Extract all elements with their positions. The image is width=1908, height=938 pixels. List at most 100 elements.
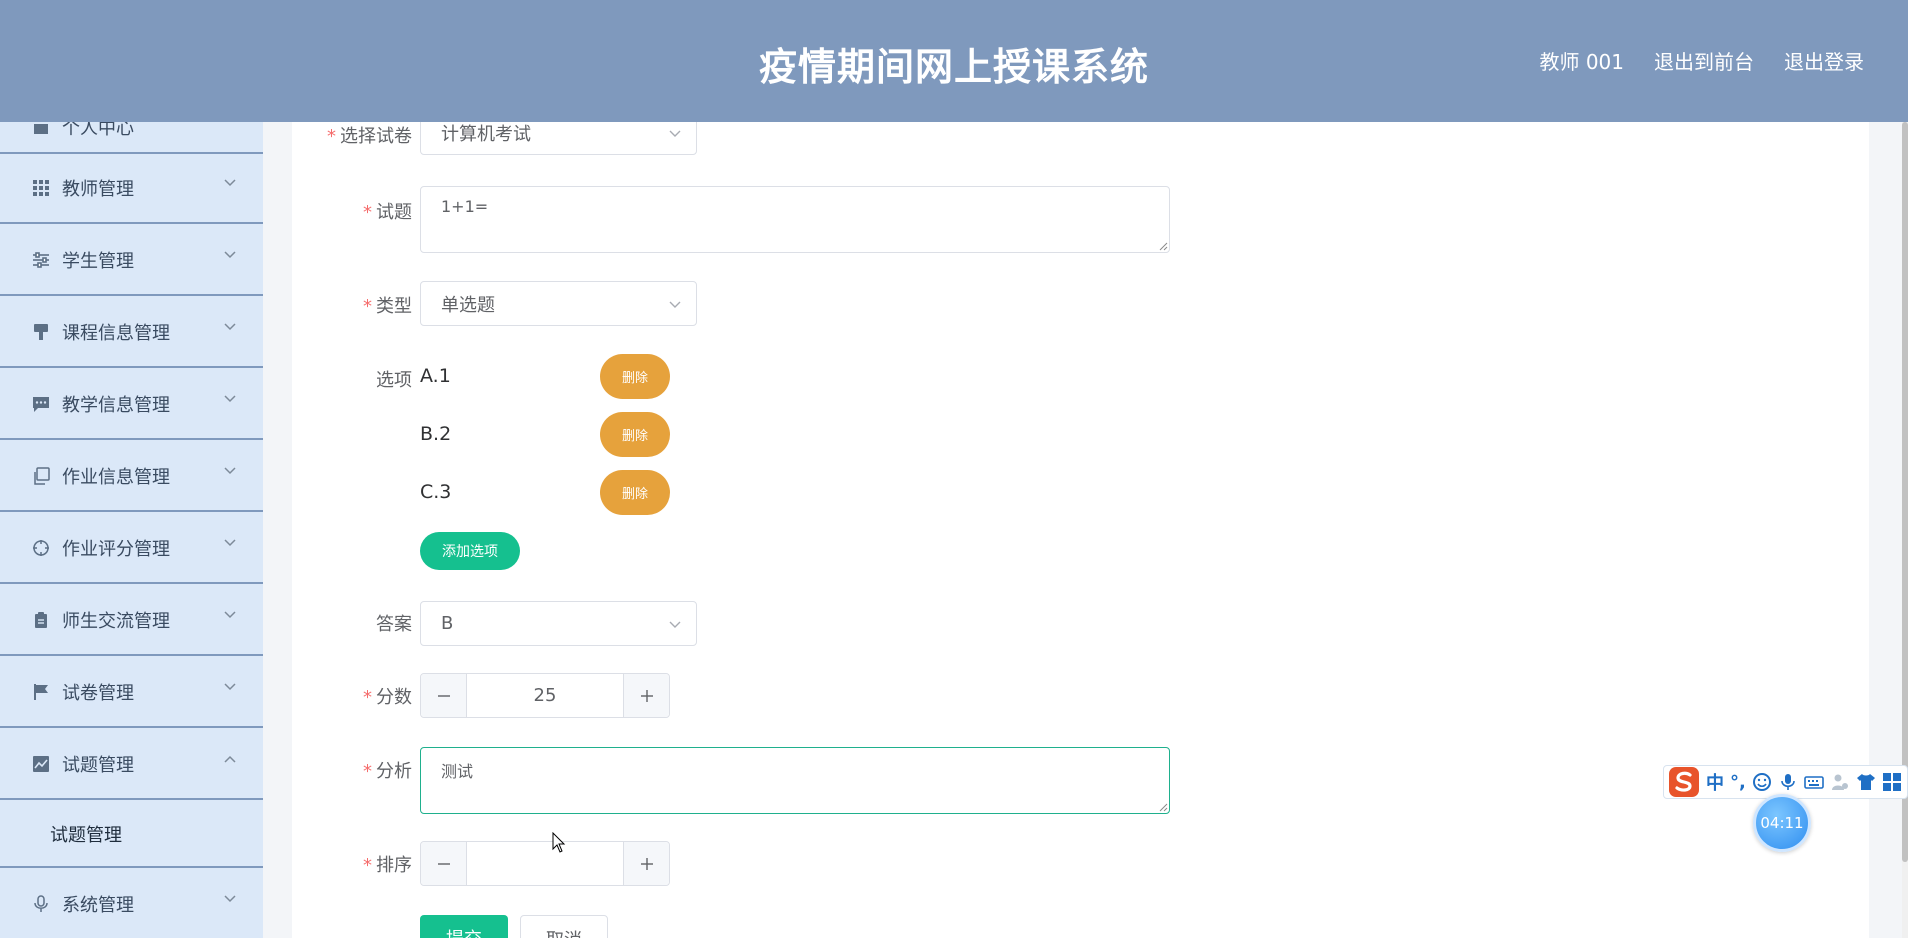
- score-value[interactable]: 25: [467, 674, 623, 717]
- order-label: * 排序: [363, 855, 412, 876]
- sidebar-item-label: 试卷管理: [62, 683, 134, 704]
- order-decrement-button[interactable]: [421, 842, 467, 885]
- sidebar-item-label: 教师管理: [62, 179, 134, 200]
- sidebar-item-label: 教学信息管理: [62, 395, 170, 416]
- submit-button[interactable]: 提交: [420, 915, 508, 938]
- question-label: * 试题: [363, 202, 412, 223]
- user-icon: [30, 122, 52, 138]
- sidebar-item-student[interactable]: 学生管理: [0, 226, 263, 296]
- timer-badge[interactable]: 04:11: [1753, 794, 1811, 852]
- sidebar-item-course[interactable]: 课程信息管理: [0, 298, 263, 368]
- delete-option-b-button[interactable]: 删除: [600, 412, 670, 457]
- type-select[interactable]: 单选题: [420, 281, 697, 326]
- chevron-down-icon: [224, 179, 236, 187]
- chevron-down-icon: [224, 395, 236, 403]
- sidebar-item-communication[interactable]: 师生交流管理: [0, 586, 263, 656]
- sidebar: 个人中心 教师管理 学生管理 课程信息管理 教学信息管理 作业信息管理 作业评分…: [0, 122, 263, 938]
- order-value[interactable]: [467, 842, 623, 885]
- ime-punctuation-toggle[interactable]: °,: [1730, 772, 1746, 793]
- content-gutter-left: [263, 122, 292, 938]
- sidebar-item-label: 系统管理: [62, 895, 134, 916]
- chevron-down-icon: [669, 301, 681, 308]
- toolbox-icon[interactable]: [1882, 772, 1902, 792]
- type-label: * 类型: [363, 296, 412, 317]
- exit-to-front-link[interactable]: 退出到前台: [1654, 46, 1754, 75]
- sidebar-item-label: 作业评分管理: [62, 539, 170, 560]
- order-stepper[interactable]: [420, 841, 670, 886]
- chevron-down-icon: [224, 539, 236, 547]
- sidebar-item-question[interactable]: 试题管理: [0, 730, 263, 800]
- score-stepper[interactable]: 25: [420, 673, 670, 718]
- user-settings-icon[interactable]: [1830, 772, 1850, 792]
- sidebar-item-profile[interactable]: 个人中心: [0, 122, 263, 154]
- clipboard-icon: [30, 609, 52, 631]
- type-select-value: 单选题: [441, 294, 495, 316]
- chart-icon: [30, 753, 52, 775]
- flag-icon: [30, 681, 52, 703]
- analysis-label: * 分析: [363, 761, 412, 782]
- sidebar-item-label: 作业信息管理: [62, 467, 170, 488]
- emoji-icon[interactable]: [1752, 772, 1772, 792]
- chevron-down-icon: [224, 467, 236, 475]
- score-decrement-button[interactable]: [421, 674, 467, 717]
- sidebar-item-teacher[interactable]: 教师管理: [0, 154, 263, 224]
- sidebar-item-homework[interactable]: 作业信息管理: [0, 442, 263, 512]
- chevron-down-icon: [224, 895, 236, 903]
- delete-option-a-button[interactable]: 删除: [600, 354, 670, 399]
- question-text: 1+1=: [441, 197, 489, 216]
- option-c-text: C.3: [420, 481, 452, 503]
- paper-select-value: 计算机考试: [441, 123, 531, 145]
- minus-icon: [437, 694, 450, 697]
- resize-handle-icon[interactable]: [1158, 241, 1168, 251]
- page-scrollbar-thumb[interactable]: [1902, 122, 1908, 862]
- paper-label: * 选择试卷: [327, 126, 412, 147]
- sidebar-item-label: 师生交流管理: [62, 611, 170, 632]
- sidebar-item-label: 学生管理: [62, 251, 134, 272]
- sidebar-item-label: 课程信息管理: [62, 323, 170, 344]
- delete-option-c-button[interactable]: 删除: [600, 470, 670, 515]
- keyboard-icon[interactable]: [1804, 772, 1824, 792]
- logout-link[interactable]: 退出登录: [1784, 46, 1864, 75]
- order-increment-button[interactable]: [623, 842, 669, 885]
- answer-select[interactable]: B: [420, 601, 697, 646]
- chevron-down-icon: [669, 130, 681, 137]
- score-increment-button[interactable]: [623, 674, 669, 717]
- sliders-icon: [30, 249, 52, 271]
- option-a-text: A.1: [420, 365, 451, 387]
- sidebar-item-teaching[interactable]: 教学信息管理: [0, 370, 263, 440]
- chevron-up-icon: [224, 755, 236, 763]
- sidebar-item-label: 试题管理: [62, 755, 134, 776]
- sogou-logo-icon[interactable]: [1668, 766, 1700, 798]
- plus-icon: [640, 857, 653, 870]
- sidebar-item-label: 个人中心: [62, 122, 134, 139]
- sidebar-item-grading[interactable]: 作业评分管理: [0, 514, 263, 584]
- microphone-icon[interactable]: [1778, 772, 1798, 792]
- chevron-down-icon: [224, 323, 236, 331]
- skin-icon[interactable]: [1856, 772, 1876, 792]
- answer-select-value: B: [441, 613, 454, 634]
- option-b-text: B.2: [420, 423, 452, 445]
- chevron-down-icon: [224, 251, 236, 259]
- sidebar-item-exam-paper[interactable]: 试卷管理: [0, 658, 263, 728]
- sidebar-item-system[interactable]: 系统管理: [0, 870, 263, 938]
- analysis-textarea[interactable]: 测试: [420, 747, 1170, 814]
- mic-icon: [30, 893, 52, 915]
- header-links: 教师 001 退出到前台 退出登录: [1539, 46, 1864, 75]
- add-option-button[interactable]: 添加选项: [420, 532, 520, 570]
- user-name-link[interactable]: 教师 001: [1539, 46, 1624, 75]
- answer-label: 答案: [376, 614, 412, 635]
- sidebar-subitem-question[interactable]: 试题管理: [0, 802, 263, 868]
- chevron-down-icon: [669, 621, 681, 628]
- resize-handle-icon[interactable]: [1158, 802, 1168, 812]
- header: 疫情期间网上授课系统 教师 001 退出到前台 退出登录: [0, 0, 1908, 122]
- cancel-button[interactable]: 取消: [520, 915, 608, 938]
- page: 疫情期间网上授课系统 教师 001 退出到前台 退出登录 个人中心 教师管理 学…: [0, 0, 1908, 938]
- minus-icon: [437, 862, 450, 865]
- chat-icon: [30, 393, 52, 415]
- brush-icon: [30, 321, 52, 343]
- ime-language-toggle[interactable]: 中: [1706, 769, 1724, 795]
- plus-icon: [640, 689, 653, 702]
- sidebar-subitem-label: 试题管理: [50, 825, 122, 846]
- copy-icon: [30, 465, 52, 487]
- question-textarea[interactable]: 1+1=: [420, 186, 1170, 253]
